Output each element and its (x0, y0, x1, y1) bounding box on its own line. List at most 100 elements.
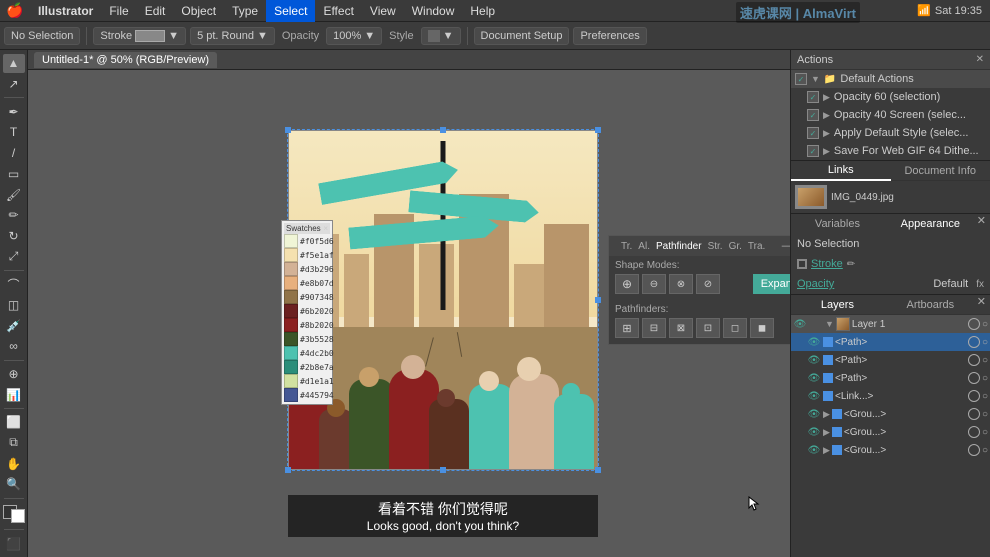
link-vis[interactable]: 👁 (807, 389, 821, 403)
warp-tool[interactable]: ⌒ (3, 275, 25, 294)
path-2-options[interactable]: ○ (982, 373, 988, 384)
action-row-3[interactable]: ✓ ▶ Save For Web GIF 64 Dithe... (791, 142, 990, 160)
layers-panel-close[interactable]: ✕ (977, 295, 990, 314)
path-row-2[interactable]: 👁 <Path> ○ (791, 369, 990, 387)
pf-tab-tr[interactable]: Tr. (621, 241, 632, 252)
action-row-0[interactable]: ✓ ▶ Opacity 60 (selection) (791, 88, 990, 106)
menu-help[interactable]: Help (462, 0, 503, 22)
line-tool[interactable]: / (3, 144, 25, 163)
swatches-close-btn[interactable]: × (323, 224, 328, 233)
blend-tool[interactable]: ∞ (3, 337, 25, 356)
preferences-btn[interactable]: Preferences (573, 27, 646, 45)
pf-tab-gr[interactable]: Gr. (729, 241, 742, 252)
pen-tool[interactable]: ✒ (3, 102, 25, 121)
apple-menu[interactable]: 🍎 (0, 0, 30, 22)
document-tab[interactable]: Untitled-1* @ 50% (RGB/Preview) (34, 52, 217, 68)
rotate-tool[interactable]: ↻ (3, 227, 25, 246)
canvas-area[interactable]: Untitled-1* @ 50% (RGB/Preview) (28, 50, 790, 557)
swatch-6[interactable] (284, 318, 298, 332)
eyedropper-tool[interactable]: 💉 (3, 316, 25, 335)
pf-intersect-btn[interactable]: ⊗ (669, 274, 693, 294)
group-0-vis[interactable]: 👁 (807, 407, 821, 421)
direct-select-tool[interactable]: ↗ (3, 75, 25, 94)
group-0-options[interactable]: ○ (982, 409, 988, 420)
group-2-vis[interactable]: 👁 (807, 443, 821, 457)
pf-expand-btn[interactable]: Expand (753, 274, 790, 294)
column-graph-tool[interactable]: 📊 (3, 385, 25, 404)
action-row-1[interactable]: ✓ ▶ Opacity 40 Screen (selec... (791, 106, 990, 124)
group-row-1[interactable]: 👁 ▶ <Grou...> ○ (791, 423, 990, 441)
paintbrush-tool[interactable]: 🖌 (3, 185, 25, 204)
scale-tool[interactable]: ⤢ (3, 247, 25, 266)
path-1-options[interactable]: ○ (982, 355, 988, 366)
action-expand-0[interactable]: ▶ (823, 92, 830, 103)
path-0-vis[interactable]: 👁 (807, 335, 821, 349)
pf-minus-back-btn[interactable]: ◼ (750, 318, 774, 338)
doc-info-tab[interactable]: Document Info (891, 161, 990, 181)
link-options[interactable]: ○ (982, 391, 988, 402)
stroke-selector[interactable]: Stroke ▼ (93, 27, 186, 45)
type-tool[interactable]: T (3, 123, 25, 142)
group-1-options[interactable]: ○ (982, 427, 988, 438)
menu-type[interactable]: Type (224, 0, 266, 22)
path-2-vis[interactable]: 👁 (807, 371, 821, 385)
action-expand-2[interactable]: ▶ (823, 128, 830, 139)
pf-tab-str[interactable]: Str. (708, 241, 723, 252)
layer-1-expand[interactable]: ▼ (825, 319, 834, 329)
slice-tool[interactable]: ⧉ (3, 434, 25, 453)
swatch-11[interactable] (284, 388, 298, 402)
stroke-weight[interactable]: 5 pt. Round ▼ (190, 27, 275, 45)
pf-minus-front-btn[interactable]: ⊖ (642, 274, 666, 294)
actions-folder-expand[interactable]: ▼ (811, 74, 820, 84)
path-1-target[interactable] (968, 354, 980, 366)
layer-1-target[interactable] (968, 318, 980, 330)
pf-trim-btn[interactable]: ⊟ (642, 318, 666, 338)
group-2-expand[interactable]: ▶ (823, 445, 830, 456)
group-1-target[interactable] (968, 426, 980, 438)
group-1-expand[interactable]: ▶ (823, 427, 830, 438)
group-2-target[interactable] (968, 444, 980, 456)
menu-edit[interactable]: Edit (137, 0, 174, 22)
action-expand-1[interactable]: ▶ (823, 110, 830, 121)
swatch-2[interactable] (284, 262, 298, 276)
artboards-tab[interactable]: Artboards (884, 295, 977, 314)
pf-tab-pathfinder[interactable]: Pathfinder (656, 241, 702, 252)
swatch-3[interactable] (284, 276, 298, 290)
menu-view[interactable]: View (362, 0, 404, 22)
path-2-target[interactable] (968, 372, 980, 384)
appearance-tab[interactable]: Appearance (884, 214, 977, 234)
menu-select[interactable]: Select (266, 0, 315, 22)
pf-tab-tra[interactable]: Tra. (748, 241, 765, 252)
pf-divide-btn[interactable]: ⊞ (615, 318, 639, 338)
menu-effect[interactable]: Effect (315, 0, 361, 22)
swatch-7[interactable] (284, 332, 298, 346)
pf-merge-btn[interactable]: ⊠ (669, 318, 693, 338)
layer-1-row[interactable]: 👁 ▼ Layer 1 ○ (791, 315, 990, 333)
select-tool[interactable]: ▲ (3, 54, 25, 73)
group-row-2[interactable]: 👁 ▶ <Grou...> ○ (791, 441, 990, 459)
link-row[interactable]: 👁 <Link...> ○ (791, 387, 990, 405)
path-0-target[interactable] (968, 336, 980, 348)
rect-tool[interactable]: ▭ (3, 164, 25, 183)
group-0-target[interactable] (968, 408, 980, 420)
actions-panel-close[interactable]: ✕ (976, 54, 984, 65)
artboard-tool[interactable]: ⬜ (3, 413, 25, 432)
symbol-tool[interactable]: ⊕ (3, 365, 25, 384)
swatch-4[interactable] (284, 290, 298, 304)
group-0-expand[interactable]: ▶ (823, 409, 830, 420)
path-0-options[interactable]: ○ (982, 337, 988, 348)
layers-tab[interactable]: Layers (791, 295, 884, 314)
group-2-options[interactable]: ○ (982, 445, 988, 456)
menu-file[interactable]: File (101, 0, 136, 22)
action-row-2[interactable]: ✓ ▶ Apply Default Style (selec... (791, 124, 990, 142)
variables-tab[interactable]: Variables (791, 214, 884, 234)
swatch-1[interactable] (284, 248, 298, 262)
layer-1-vis[interactable]: 👁 (793, 317, 807, 331)
opacity-value[interactable]: 100% ▼ (326, 27, 382, 45)
swatch-0[interactable] (284, 234, 298, 248)
layer-1-lock[interactable] (809, 317, 823, 331)
pencil-tool[interactable]: ✏ (3, 206, 25, 225)
group-row-0[interactable]: 👁 ▶ <Grou...> ○ (791, 405, 990, 423)
swatch-10[interactable] (284, 374, 298, 388)
zoom-tool[interactable]: 🔍 (3, 475, 25, 494)
